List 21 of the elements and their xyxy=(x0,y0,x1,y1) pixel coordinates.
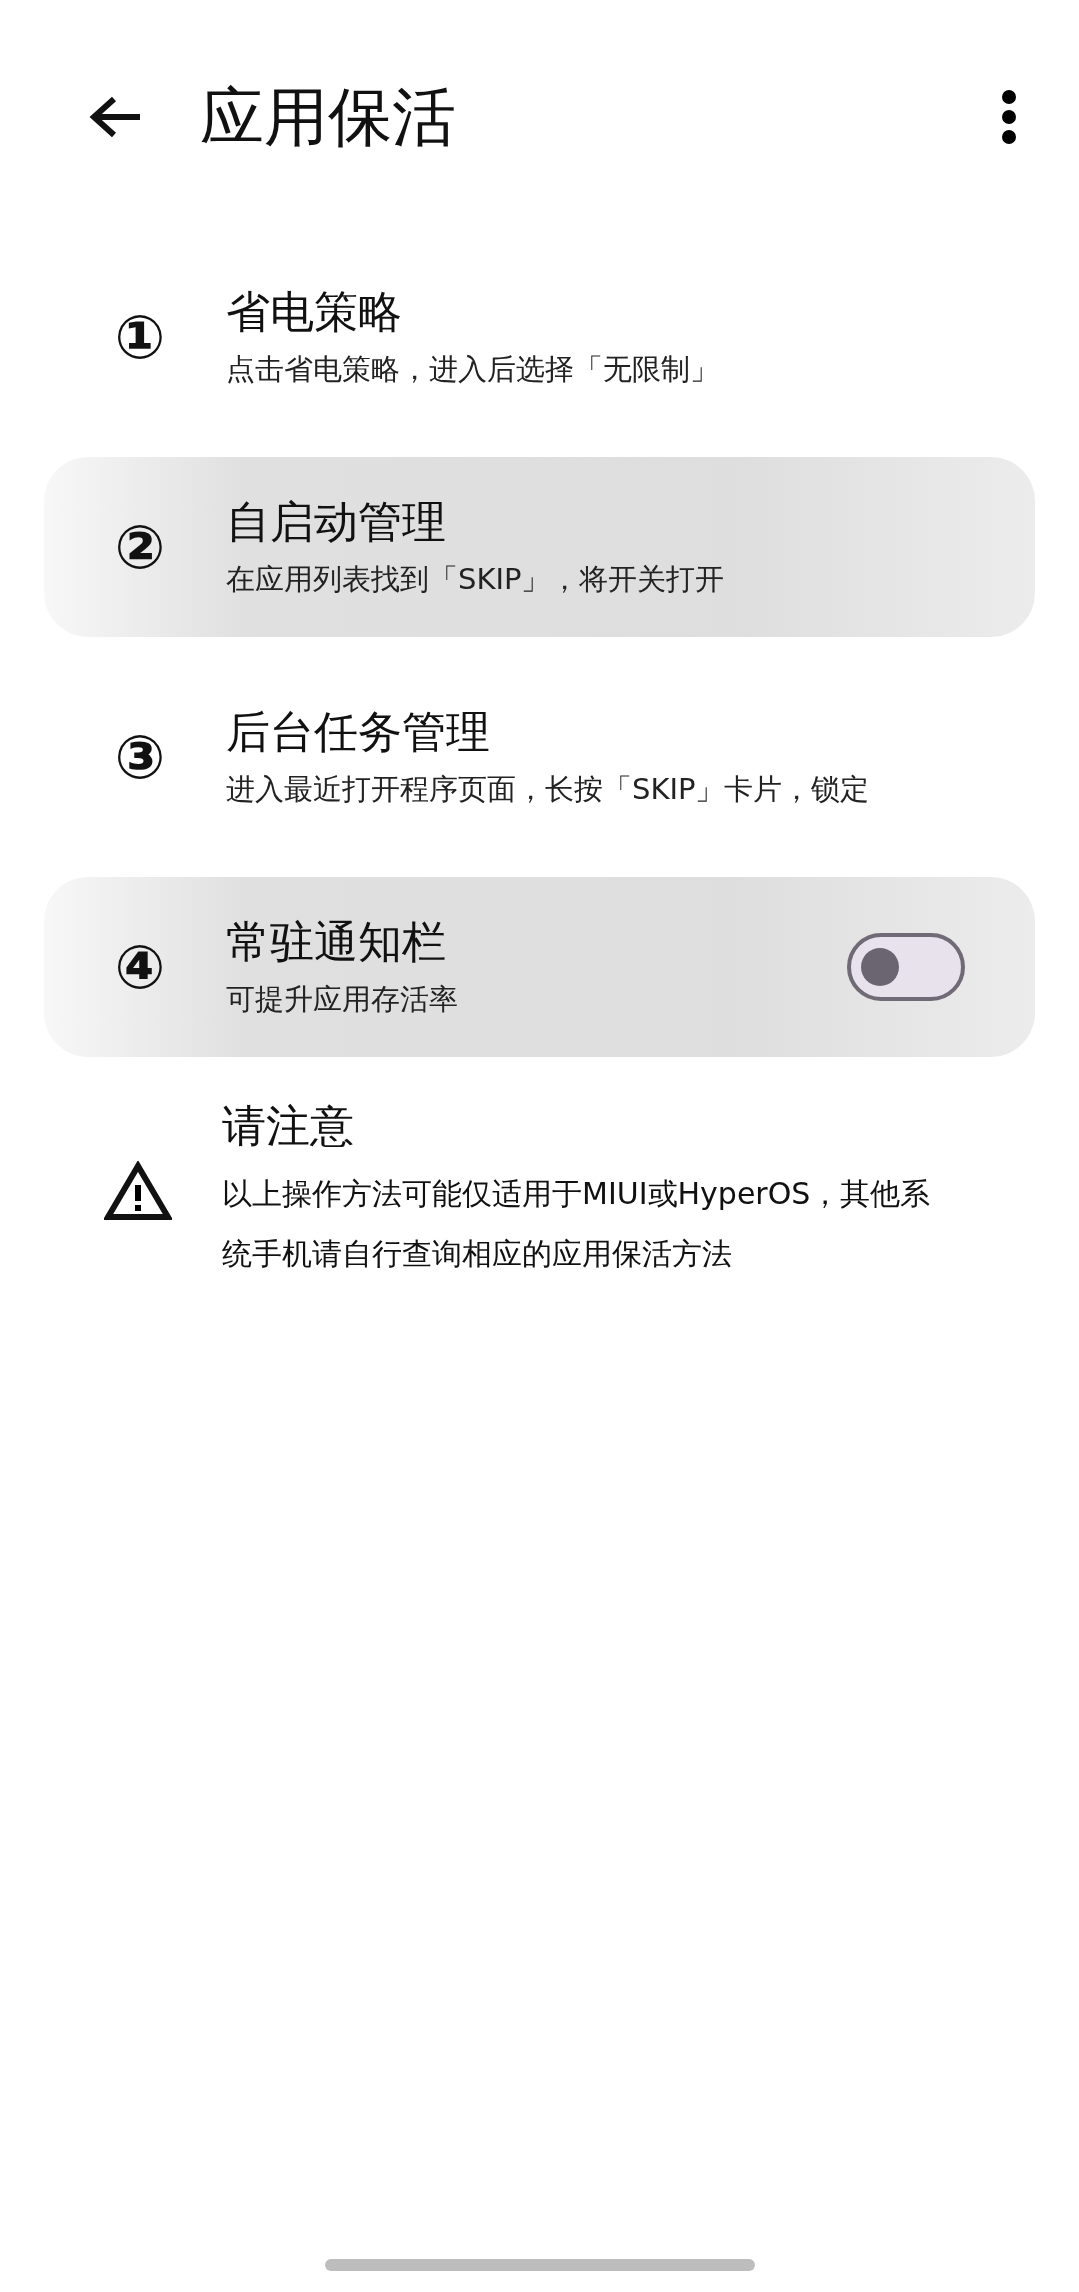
item-subtitle: 点击省电策略，进入后选择「无限制」 xyxy=(226,350,720,388)
notice-text: 以上操作方法可能仅适用于MIUI或HyperOS，其他系统手机请自行查询相应的应用保活方法 xyxy=(222,1175,932,1274)
item-title: 省电策略 xyxy=(226,285,403,339)
step-number: ④ xyxy=(113,937,167,997)
item-subtitle: 可提升应用存活率 xyxy=(226,980,459,1018)
item-title: 自启动管理 xyxy=(226,495,447,549)
item-subtitle: 进入最近打开程序页面，长按「SKIP」卡片，锁定 xyxy=(226,770,871,808)
step-number: ② xyxy=(113,517,167,577)
settings-item[interactable]: ④ 常驻通知栏 可提升应用存活率 xyxy=(44,877,1035,1057)
item-title: 常驻通知栏 xyxy=(226,915,447,969)
more-options-icon[interactable] xyxy=(999,90,1019,144)
page-title: 应用保活 xyxy=(200,78,457,156)
notice-title: 请注意 xyxy=(222,1099,355,1153)
warning-icon xyxy=(104,1160,172,1221)
step-number: ① xyxy=(113,307,167,367)
step-number: ③ xyxy=(113,727,167,787)
settings-item[interactable]: ② 自启动管理 在应用列表找到「SKIP」，将开关打开 xyxy=(44,457,1035,637)
settings-item[interactable]: ③ 后台任务管理 进入最近打开程序页面，长按「SKIP」卡片，锁定 xyxy=(44,667,1035,847)
item-subtitle: 在应用列表找到「SKIP」，将开关打开 xyxy=(226,560,726,598)
settings-item[interactable]: ① 省电策略 点击省电策略，进入后选择「无限制」 xyxy=(44,247,1035,427)
item-title: 后台任务管理 xyxy=(226,705,491,759)
